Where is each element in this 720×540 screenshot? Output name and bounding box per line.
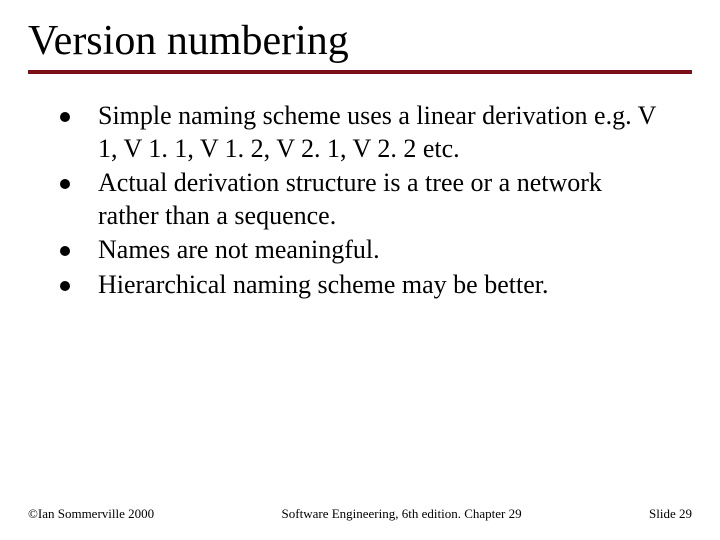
bullet-text: Names are not meaningful. [98,234,660,267]
slide-title: Version numbering [28,18,692,64]
footer: ©Ian Sommerville 2000 Software Engineeri… [28,506,692,522]
list-item: Names are not meaningful. [60,234,660,267]
list-item: Hierarchical naming scheme may be better… [60,269,660,302]
footer-slide-number: Slide 29 [649,506,692,522]
bullet-icon [60,179,70,189]
bullet-icon [60,246,70,256]
title-underline [28,70,692,74]
footer-reference: Software Engineering, 6th edition. Chapt… [154,506,649,522]
bullet-list: Simple naming scheme uses a linear deriv… [60,100,660,303]
bullet-icon [60,281,70,291]
list-item: Simple naming scheme uses a linear deriv… [60,100,660,165]
bullet-text: Hierarchical naming scheme may be better… [98,269,660,302]
bullet-icon [60,112,70,122]
bullet-text: Actual derivation structure is a tree or… [98,167,660,232]
list-item: Actual derivation structure is a tree or… [60,167,660,232]
title-block: Version numbering [28,18,692,74]
slide: Version numbering Simple naming scheme u… [0,0,720,540]
footer-copyright: ©Ian Sommerville 2000 [28,506,154,522]
bullet-text: Simple naming scheme uses a linear deriv… [98,100,660,165]
